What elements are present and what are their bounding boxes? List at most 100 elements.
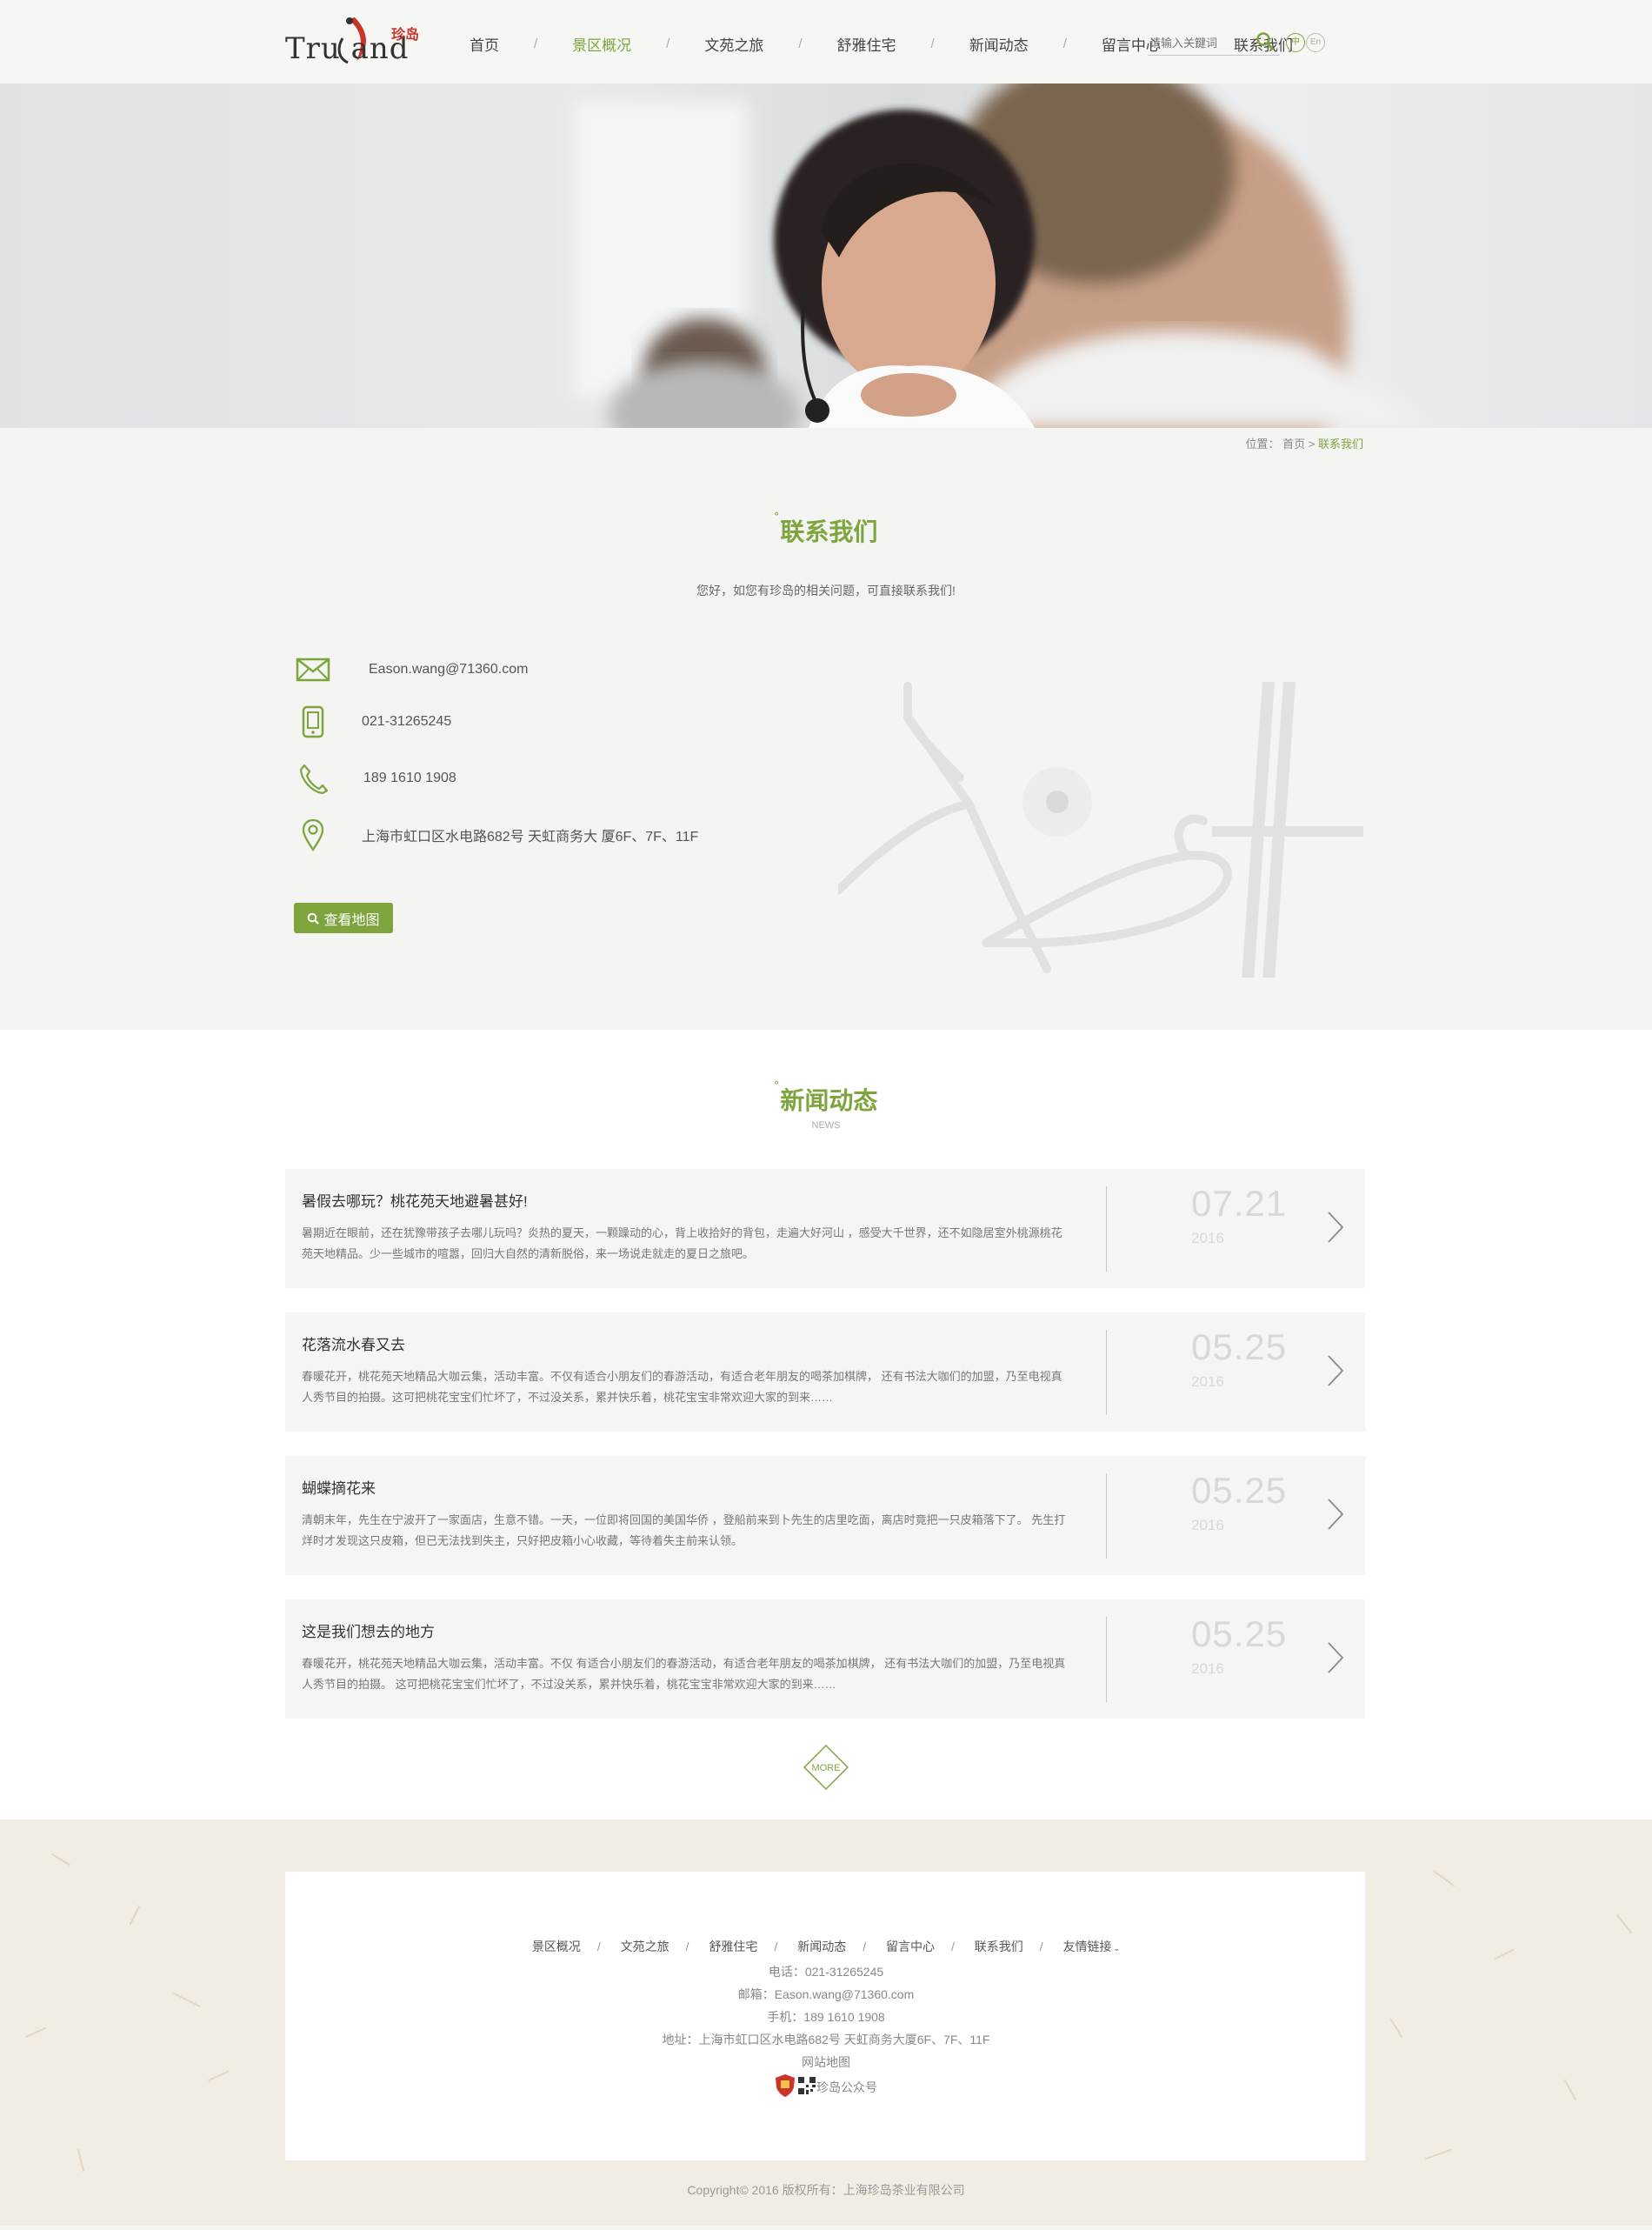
map-illustration[interactable] — [838, 682, 1363, 978]
chevron-right-icon[interactable] — [1327, 1641, 1344, 1679]
contact-tel[interactable]: 021-31265245 — [362, 714, 451, 730]
news-item-year: 2016 — [1191, 1517, 1224, 1533]
location-pin-icon — [287, 818, 339, 851]
contact-tel-row: 021-31265245 — [287, 704, 451, 739]
chevron-right-icon[interactable] — [1327, 1211, 1344, 1248]
chevron-right-icon[interactable] — [1327, 1354, 1344, 1392]
news-item-date: 05.25 — [1191, 1470, 1288, 1511]
nav-separator: / — [1062, 36, 1067, 51]
footer-mobile: 手机：189 1610 1908 — [767, 2010, 885, 2024]
contact-title-text: 联系我们 — [780, 518, 878, 545]
sitemap-link[interactable]: 网站地图 — [0, 2053, 1652, 2071]
nav-item-home[interactable]: 首页 — [452, 33, 516, 55]
footer-nav-item[interactable]: 新闻动态 — [797, 1940, 846, 1953]
email-icon — [287, 658, 339, 682]
news-item-title[interactable]: 蝴蝶摘花来 — [302, 1476, 376, 1498]
news-item[interactable]: 花落流水春又去 春暖花开，桃花苑天地精品大咖云集，活动丰富。不仅有适合小朋友们的… — [285, 1312, 1365, 1432]
news-item-desc: 清朝末年，先生在宁波开了一家面店，生意不错。一天，一位即将回国的美国华侨 ，登船… — [302, 1513, 1066, 1547]
search-input[interactable] — [1148, 31, 1252, 54]
footer-badges: 珍岛公众号 — [0, 2073, 1652, 2100]
breadcrumb-separator: > — [1308, 437, 1316, 451]
chevron-down-icon: ⌄ — [1113, 1944, 1121, 1953]
search-box — [1148, 31, 1280, 56]
breadcrumb-prefix: 位置： — [1245, 437, 1280, 451]
lang-en-button[interactable]: En — [1306, 33, 1325, 52]
site-logo[interactable]: Tru and 珍岛 — [285, 12, 420, 68]
news-item-year: 2016 — [1191, 1660, 1224, 1677]
search-icon[interactable] — [1256, 31, 1275, 57]
more-button[interactable]: MORE — [803, 1745, 849, 1790]
footer-nav-item[interactable]: 留言中心 — [886, 1940, 935, 1953]
more-label: MORE — [812, 1763, 841, 1773]
breadcrumb-home-link[interactable]: 首页 — [1282, 437, 1305, 451]
footer-nav-separator: / — [1039, 1940, 1043, 1953]
breadcrumb: 位置： 首页 > 联系我们 — [1245, 435, 1363, 451]
news-item-date: 07.21 — [1191, 1183, 1288, 1224]
friend-links-dropdown[interactable]: 友情链接 ⌄ — [1063, 1940, 1121, 1953]
footer-address: 地址：上海市虹口区水电路682号 天虹商务大厦6F、7F、11F — [662, 2033, 990, 2046]
footer-nav-separator: / — [863, 1940, 867, 1953]
contact-mobile[interactable]: 189 1610 1908 — [363, 771, 456, 786]
nav-separator: / — [534, 36, 538, 51]
contact-address: 上海市虹口区水电路682号 天虹商务大 厦6F、7F、11F — [362, 830, 699, 845]
news-item-title[interactable]: 这是我们想去的地方 — [302, 1619, 435, 1641]
news-item-desc: 春暖花开，桃花苑天地精品大咖云集，活动丰富。不仅有适合小朋友们的春游活动，有适合… — [302, 1370, 1062, 1404]
nav-item-residence[interactable]: 舒雅住宅 — [820, 33, 914, 55]
view-map-label: 查看地图 — [323, 912, 380, 928]
contact-mobile-row: 189 1610 1908 — [287, 761, 456, 796]
news-item-divider — [1106, 1186, 1107, 1272]
nav-separator: / — [666, 36, 670, 51]
wechat-account-link[interactable]: 珍岛公众号 — [816, 2079, 877, 2096]
lang-zh-button[interactable]: 中 — [1286, 33, 1305, 52]
footer-nav-item[interactable]: 文苑之旅 — [621, 1940, 669, 1953]
friend-links-label: 友情链接 — [1062, 1940, 1112, 1953]
footer-nav-item[interactable]: 舒雅住宅 — [709, 1940, 757, 1953]
nav-item-news[interactable]: 新闻动态 — [952, 33, 1046, 55]
title-dot: ° — [774, 510, 779, 522]
news-title-text: 新闻动态 — [780, 1087, 878, 1114]
news-item-title[interactable]: 暑假去哪玩？桃花苑天地避暑甚好! — [302, 1189, 528, 1211]
security-shield-icon[interactable] — [775, 2073, 796, 2100]
nav-item-overview[interactable]: 景区概况 — [555, 33, 649, 55]
footer-nav-item[interactable]: 联系我们 — [975, 1940, 1023, 1953]
news-item-divider — [1106, 1617, 1107, 1702]
news-item-date: 05.25 — [1191, 1326, 1288, 1367]
footer-nav: 景区概况 / 文苑之旅 / 舒雅住宅 / 新闻动态 / 留言中心 / 联系我们 / 友情链接… — [0, 1938, 1652, 1955]
search-icon — [308, 912, 320, 925]
news-title: °新闻动态 — [0, 1078, 1652, 1117]
nav-item-culture-tour[interactable]: 文苑之旅 — [687, 33, 781, 55]
contact-address-row: 上海市虹口区水电路682号 天虹商务大 厦6F、7F、11F — [287, 818, 698, 852]
news-item[interactable]: 这是我们想去的地方 春暖花开，桃花苑天地精品大咖云集，活动丰富。不仅 有适合小朋… — [285, 1599, 1365, 1719]
contact-email-row: Eason.wang@71360.com — [287, 652, 528, 687]
contact-title: °联系我们 — [0, 510, 1652, 548]
qr-code-icon[interactable] — [797, 2076, 816, 2098]
footer-nav-separator: / — [774, 1940, 778, 1953]
news-item-divider — [1106, 1330, 1107, 1415]
footer-nav-item[interactable]: 景区概况 — [532, 1940, 581, 1953]
mobile-phone-icon — [287, 705, 339, 738]
hero-banner — [0, 83, 1652, 428]
phone-icon — [287, 763, 339, 794]
site-header: Tru and 珍岛 首页 / 景区概况 / 文苑之旅 / 舒雅住宅 / 新闻动… — [0, 0, 1652, 83]
news-item-date: 05.25 — [1191, 1613, 1288, 1654]
footer-nav-separator: / — [596, 1940, 601, 1953]
footer-phone: 电话：021-31265245 — [768, 1965, 884, 1979]
news-item-year: 2016 — [1191, 1373, 1224, 1390]
title-dot: ° — [774, 1078, 779, 1091]
nav-separator: / — [798, 36, 803, 51]
news-subtitle: NEWS — [811, 1120, 841, 1131]
copyright: Copyright© 2016 版权所有：上海珍岛茶业有限公司 — [687, 2183, 965, 2197]
contact-email[interactable]: Eason.wang@71360.com — [369, 662, 528, 678]
logo-chinese-text: 珍岛 — [391, 26, 420, 43]
footer-nav-separator: / — [685, 1940, 689, 1953]
breadcrumb-current: 联系我们 — [1317, 437, 1363, 451]
banner-photo — [574, 83, 1435, 428]
view-map-button[interactable]: 查看地图 — [294, 903, 393, 933]
contact-intro: 您好，如您有珍岛的相关问题，可直接联系我们! — [696, 584, 956, 598]
news-item[interactable]: 暑假去哪玩？桃花苑天地避暑甚好! 暑期近在眼前，还在犹豫带孩子去哪儿玩吗？炎热的… — [285, 1169, 1365, 1288]
news-item-year: 2016 — [1191, 1230, 1224, 1246]
chevron-right-icon[interactable] — [1327, 1498, 1344, 1535]
footer-email: 邮箱：Eason.wang@71360.com — [737, 1987, 915, 2001]
news-item-title[interactable]: 花落流水春又去 — [302, 1332, 405, 1354]
news-item[interactable]: 蝴蝶摘花来 清朝末年，先生在宁波开了一家面店，生意不错。一天，一位即将回国的美国… — [285, 1456, 1365, 1575]
